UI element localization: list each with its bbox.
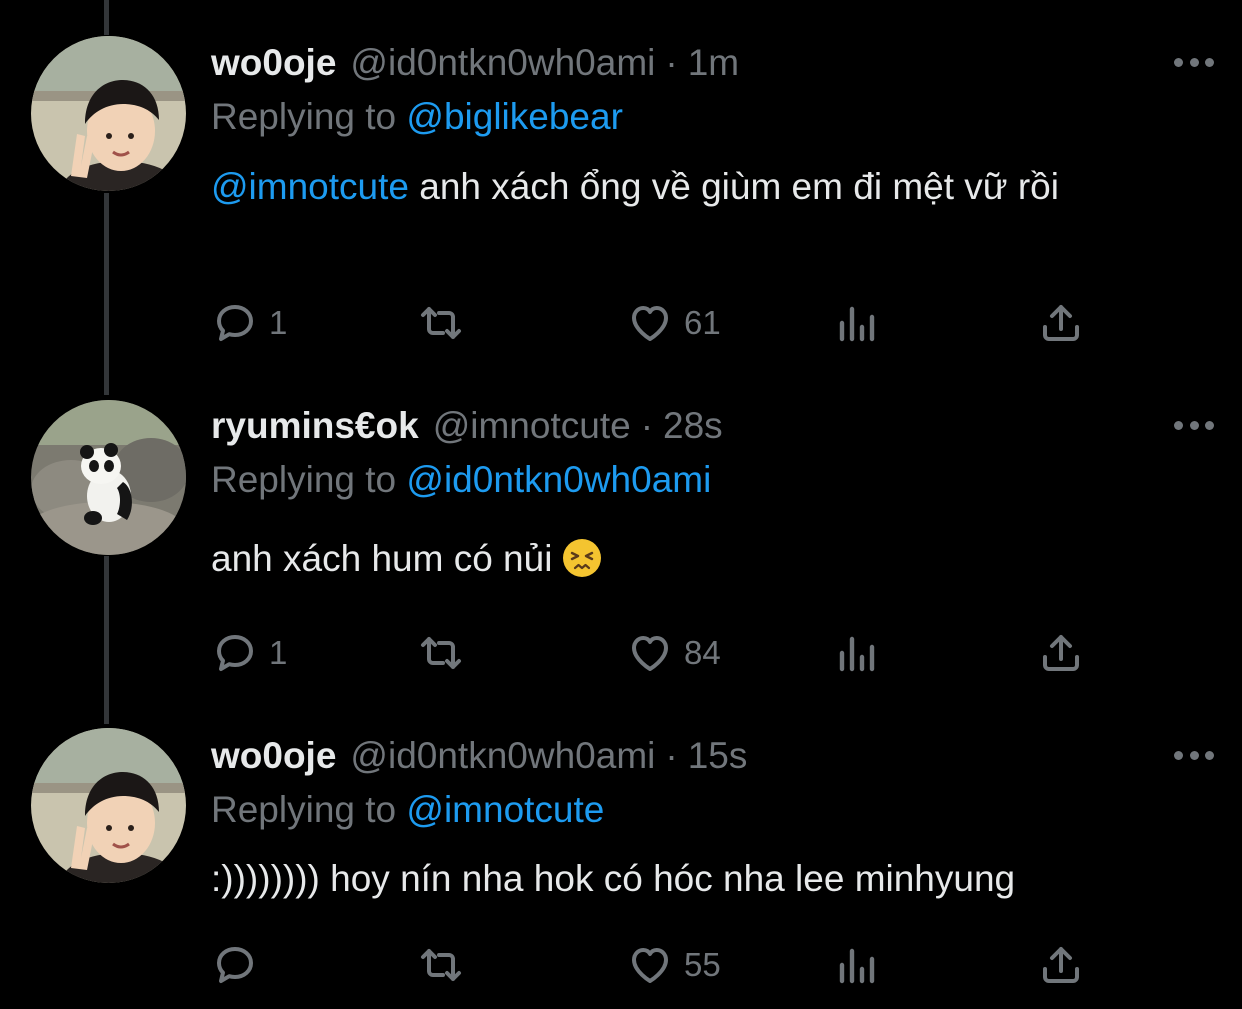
tweet-text: @imnotcute anh xách ổng về giùm em đi mệ… <box>211 162 1202 212</box>
more-icon[interactable] <box>1174 52 1214 72</box>
share-button[interactable] <box>1037 298 1085 348</box>
replying-prefix: Replying to <box>211 459 397 500</box>
reply-button[interactable] <box>211 940 269 990</box>
like-count: 61 <box>684 304 721 341</box>
tweet-body: wo0oje @id0ntkn0wh0ami · 15s Replying to… <box>211 727 1202 904</box>
tweet[interactable]: wo0oje @id0ntkn0wh0ami · 15s Replying to… <box>0 710 1242 1009</box>
retweet-button[interactable] <box>417 298 475 348</box>
avatar[interactable] <box>31 728 186 883</box>
persevering-face-emoji-icon <box>562 539 601 577</box>
retweet-button[interactable] <box>417 628 475 678</box>
replying-to-mention[interactable]: @imnotcute <box>406 789 604 830</box>
timestamp[interactable]: 1m <box>688 42 739 84</box>
tweet-text: :)))))))) hoy nín nha hok có hóc nha lee… <box>211 854 1202 904</box>
tweet-text-content: anh xách ổng về giùm em đi mệt vữ rồi <box>408 166 1059 207</box>
reply-button[interactable]: 1 <box>211 628 287 678</box>
replying-to-mention[interactable]: @id0ntkn0wh0ami <box>406 459 711 500</box>
tweet[interactable]: ryumins€ok @imnotcute · 28s Replying to … <box>0 380 1242 710</box>
boy-avatar-icon <box>31 728 186 883</box>
retweet-icon <box>417 299 465 347</box>
more-icon[interactable] <box>1174 415 1214 435</box>
tweet-header: wo0oje @id0ntkn0wh0ami · 15s <box>211 727 1202 785</box>
retweet-icon <box>417 941 465 989</box>
tweet-text-content: anh xách hum có nủi <box>211 538 553 579</box>
tweet[interactable]: wo0oje @id0ntkn0wh0ami · 1m Replying to … <box>0 0 1242 380</box>
tweet-actions: 1 61 <box>211 298 1111 348</box>
tweet-text: anh xách hum có nủi <box>211 534 1202 584</box>
handle[interactable]: @id0ntkn0wh0ami <box>350 735 655 777</box>
timestamp[interactable]: 28s <box>663 405 723 447</box>
tweet-actions: 1 84 <box>211 628 1111 678</box>
like-count: 55 <box>684 946 721 983</box>
share-icon <box>1037 629 1085 677</box>
analytics-button[interactable] <box>832 940 880 990</box>
like-button[interactable]: 55 <box>626 940 721 990</box>
share-icon <box>1037 941 1085 989</box>
panda-avatar-icon <box>31 400 186 555</box>
handle[interactable]: @imnotcute <box>433 405 631 447</box>
display-name[interactable]: wo0oje <box>211 735 336 777</box>
separator: · <box>665 42 678 83</box>
tweet-header: ryumins€ok @imnotcute · 28s <box>211 397 1202 455</box>
tweet-body: wo0oje @id0ntkn0wh0ami · 1m Replying to … <box>211 34 1202 212</box>
analytics-button[interactable] <box>832 628 880 678</box>
boy-avatar-icon <box>31 36 186 191</box>
reply-icon <box>211 299 259 347</box>
like-count: 84 <box>684 634 721 671</box>
replying-to-mention[interactable]: @biglikebear <box>406 96 623 137</box>
share-icon <box>1037 299 1085 347</box>
analytics-icon <box>832 941 880 989</box>
like-icon <box>626 299 674 347</box>
like-icon <box>626 941 674 989</box>
more-icon[interactable] <box>1174 745 1214 765</box>
replying-to: Replying to @imnotcute <box>211 785 1202 835</box>
avatar[interactable] <box>31 36 186 191</box>
replying-prefix: Replying to <box>211 96 397 137</box>
retweet-icon <box>417 629 465 677</box>
share-button[interactable] <box>1037 940 1085 990</box>
analytics-button[interactable] <box>832 298 880 348</box>
replying-prefix: Replying to <box>211 789 397 830</box>
analytics-icon <box>832 629 880 677</box>
timeline: wo0oje @id0ntkn0wh0ami · 1m Replying to … <box>0 0 1242 1009</box>
avatar[interactable] <box>31 400 186 555</box>
tweet-body: ryumins€ok @imnotcute · 28s Replying to … <box>211 397 1202 584</box>
handle[interactable]: @id0ntkn0wh0ami <box>350 42 655 84</box>
reply-count: 1 <box>269 634 288 671</box>
reply-icon <box>211 629 259 677</box>
like-button[interactable]: 84 <box>626 628 721 678</box>
reply-button[interactable]: 1 <box>211 298 287 348</box>
tweet-actions: 55 <box>211 940 1111 990</box>
display-name[interactable]: ryumins€ok <box>211 405 419 447</box>
retweet-button[interactable] <box>417 940 475 990</box>
timestamp[interactable]: 15s <box>688 735 748 777</box>
display-name[interactable]: wo0oje <box>211 42 336 84</box>
separator: · <box>640 405 654 446</box>
replying-to: Replying to @biglikebear <box>211 92 1202 142</box>
share-button[interactable] <box>1037 628 1085 678</box>
analytics-icon <box>832 299 880 347</box>
text-mention[interactable]: @imnotcute <box>211 166 409 207</box>
reply-count: 1 <box>269 304 288 341</box>
tweet-text-content: :)))))))) hoy nín nha hok có hóc nha lee… <box>211 858 1016 899</box>
like-button[interactable]: 61 <box>626 298 721 348</box>
separator: · <box>665 735 678 776</box>
like-icon <box>626 629 674 677</box>
replying-to: Replying to @id0ntkn0wh0ami <box>211 455 1202 505</box>
tweet-header: wo0oje @id0ntkn0wh0ami · 1m <box>211 34 1202 92</box>
reply-icon <box>211 941 259 989</box>
